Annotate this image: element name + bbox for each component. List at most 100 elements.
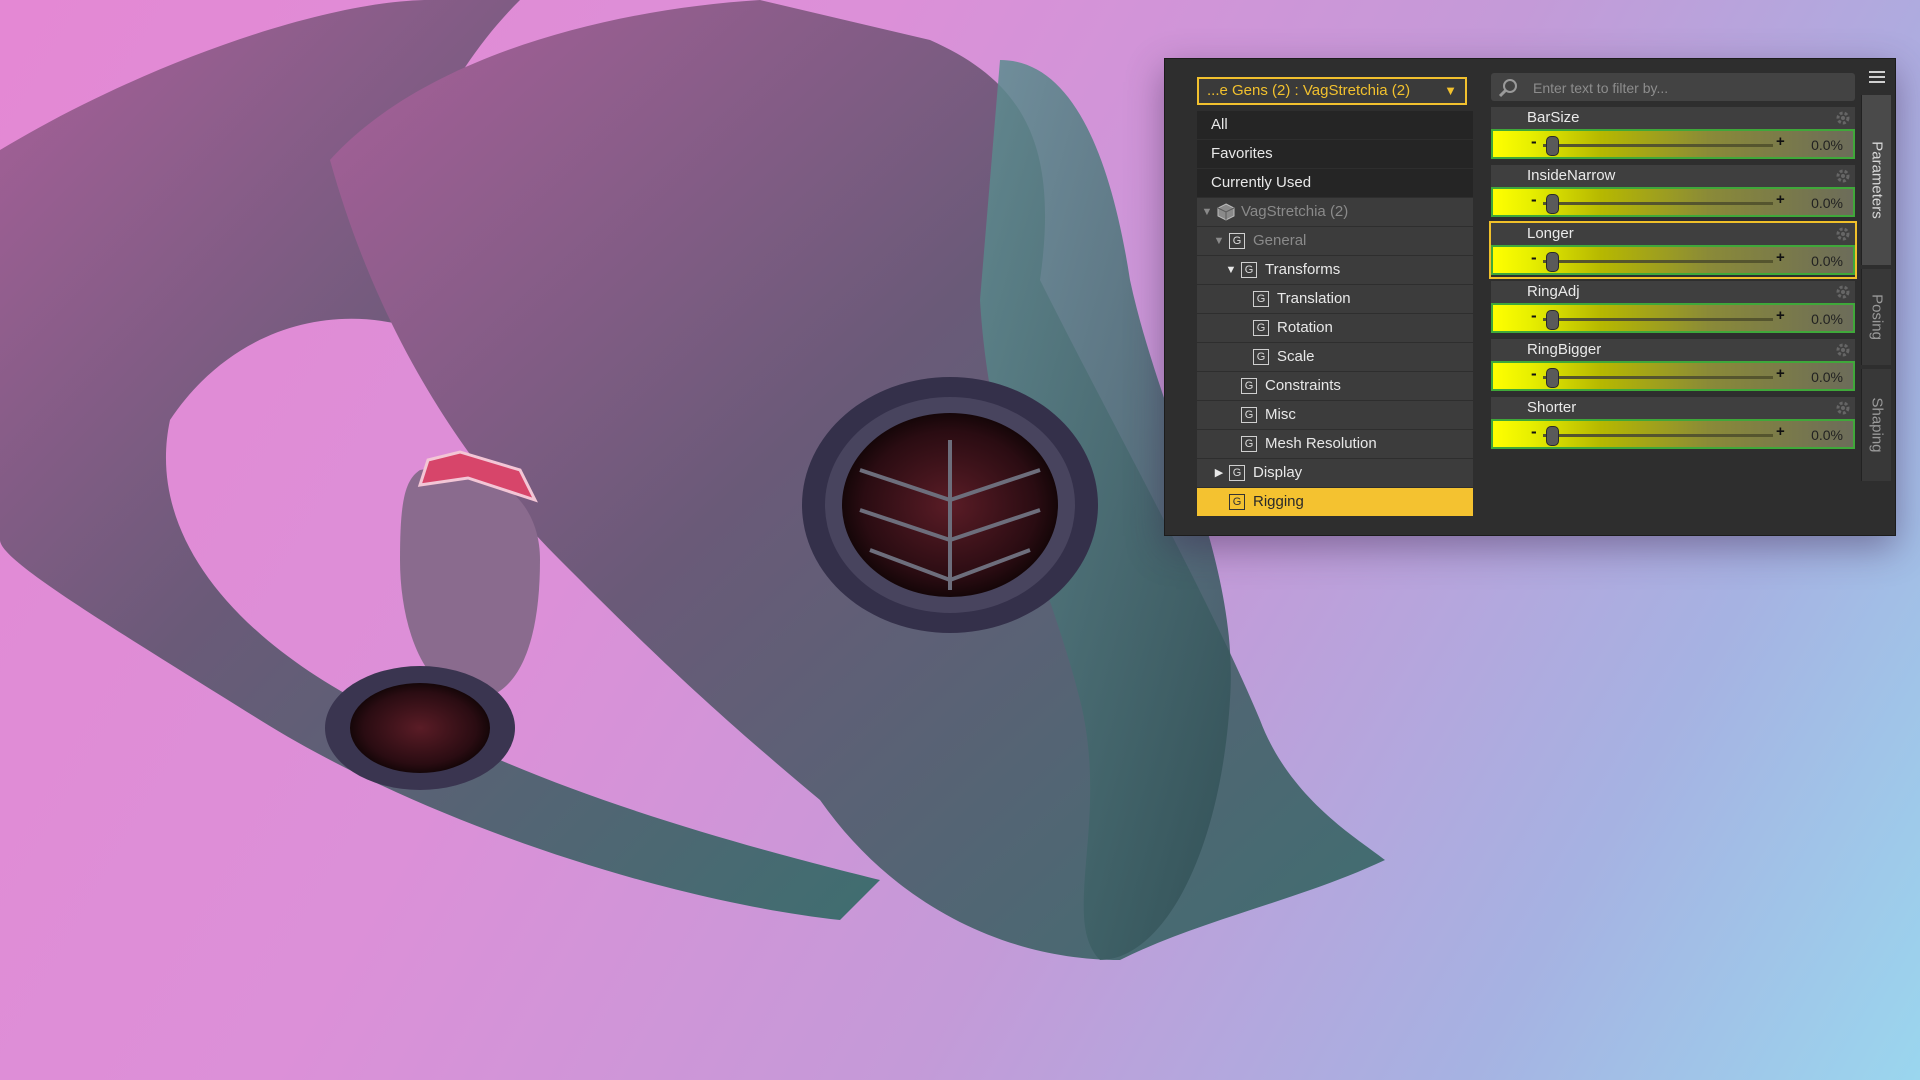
slider-track[interactable] bbox=[1543, 376, 1773, 379]
slider-track[interactable] bbox=[1543, 144, 1773, 147]
slider-thumb[interactable] bbox=[1546, 310, 1560, 330]
tree-item-label: Scale bbox=[1277, 348, 1315, 365]
group-icon: G bbox=[1241, 378, 1257, 394]
param-slider[interactable]: - +0.0% bbox=[1491, 361, 1855, 391]
increment-button[interactable]: + bbox=[1776, 307, 1785, 324]
gear-icon[interactable] bbox=[1835, 400, 1851, 416]
param-name-label: RingBigger bbox=[1491, 339, 1855, 361]
decrement-button[interactable]: - bbox=[1531, 422, 1537, 442]
tree-item-label: Favorites bbox=[1211, 145, 1273, 162]
param-slider[interactable]: - +0.0% bbox=[1491, 129, 1855, 159]
param-value[interactable]: 0.0% bbox=[1811, 311, 1843, 327]
slider-thumb[interactable] bbox=[1546, 252, 1560, 272]
search-icon[interactable] bbox=[1497, 77, 1521, 99]
tree-item-label: Transforms bbox=[1265, 261, 1341, 278]
slider-track[interactable] bbox=[1543, 318, 1773, 321]
increment-button[interactable]: + bbox=[1776, 249, 1785, 266]
param-name-label: BarSize bbox=[1491, 107, 1855, 129]
property-group-tree: All Favorites Currently Used ▼ VagStretchia … bbox=[1197, 111, 1473, 517]
param-value[interactable]: 0.0% bbox=[1811, 369, 1843, 385]
cube-icon bbox=[1217, 203, 1235, 221]
param-value[interactable]: 0.0% bbox=[1811, 195, 1843, 211]
param-value[interactable]: 0.0% bbox=[1811, 253, 1843, 269]
filter-input[interactable] bbox=[1531, 77, 1845, 99]
increment-button[interactable]: + bbox=[1776, 133, 1785, 150]
content-selector-pane: ...e Gens (2) : VagStretchia (2) ▼ All Fa… bbox=[1173, 65, 1479, 527]
increment-button[interactable]: + bbox=[1776, 423, 1785, 440]
gear-icon[interactable] bbox=[1835, 284, 1851, 300]
slider-track[interactable] bbox=[1543, 260, 1773, 263]
dropdown-arrow-icon: ▼ bbox=[1444, 83, 1457, 98]
tree-item-label: Rigging bbox=[1253, 493, 1304, 510]
tree-item-translation[interactable]: G Translation bbox=[1197, 285, 1473, 313]
tree-item-vagstretchia-2[interactable]: ▼ VagStretchia (2) bbox=[1197, 198, 1473, 226]
expand-right-icon[interactable]: ▶ bbox=[1213, 459, 1225, 487]
decrement-button[interactable]: - bbox=[1531, 248, 1537, 268]
parameters-panel: ...e Gens (2) : VagStretchia (2) ▼ All Fa… bbox=[1164, 58, 1896, 536]
tree-item-label: General bbox=[1253, 232, 1307, 249]
tree-item-currently-used[interactable]: Currently Used bbox=[1197, 169, 1473, 197]
param-value[interactable]: 0.0% bbox=[1811, 137, 1843, 153]
parameter-list-pane: BarSize - +0.0% InsideNarrow - +0.0% Longer - +0… bbox=[1483, 65, 1861, 527]
gear-icon[interactable] bbox=[1835, 110, 1851, 126]
tree-item-all[interactable]: All bbox=[1197, 111, 1473, 139]
tab-label: Shaping bbox=[1868, 397, 1885, 453]
filter-bar bbox=[1491, 73, 1855, 101]
tree-item-label: Constraints bbox=[1265, 377, 1341, 394]
tree-item-mesh-resolution[interactable]: G Mesh Resolution bbox=[1197, 430, 1473, 458]
expand-down-icon[interactable]: ▼ bbox=[1225, 256, 1237, 284]
tree-item-constraints[interactable]: G Constraints bbox=[1197, 372, 1473, 400]
decrement-button[interactable]: - bbox=[1531, 132, 1537, 152]
param-shorter: Shorter - +0.0% bbox=[1491, 397, 1855, 451]
increment-button[interactable]: + bbox=[1776, 365, 1785, 382]
tree-item-favorites[interactable]: Favorites bbox=[1197, 140, 1473, 168]
tree-item-rigging[interactable]: G Rigging bbox=[1197, 488, 1473, 516]
tree-item-transforms[interactable]: ▼ G Transforms bbox=[1197, 256, 1473, 284]
param-name-label: Longer bbox=[1491, 223, 1855, 245]
tree-item-label: Misc bbox=[1265, 406, 1296, 423]
param-name-label: Shorter bbox=[1491, 397, 1855, 419]
increment-button[interactable]: + bbox=[1776, 191, 1785, 208]
param-slider[interactable]: - +0.0% bbox=[1491, 187, 1855, 217]
slider-track[interactable] bbox=[1543, 434, 1773, 437]
gear-icon[interactable] bbox=[1835, 226, 1851, 242]
slider-thumb[interactable] bbox=[1546, 426, 1560, 446]
tree-item-scale[interactable]: G Scale bbox=[1197, 343, 1473, 371]
slider-thumb[interactable] bbox=[1546, 194, 1560, 214]
tree-item-label: Currently Used bbox=[1211, 174, 1312, 191]
tree-item-rotation[interactable]: G Rotation bbox=[1197, 314, 1473, 342]
tree-item-display[interactable]: ▶ G Display bbox=[1197, 459, 1473, 487]
decrement-button[interactable]: - bbox=[1531, 190, 1537, 210]
gear-icon[interactable] bbox=[1835, 342, 1851, 358]
tree-item-label: VagStretchia (2) bbox=[1241, 203, 1349, 220]
slider-thumb[interactable] bbox=[1546, 136, 1560, 156]
tree-item-label: Translation bbox=[1277, 290, 1351, 307]
param-longer: Longer - +0.0% bbox=[1489, 221, 1857, 279]
tab-parameters[interactable]: Parameters bbox=[1861, 95, 1891, 265]
param-slider[interactable]: - +0.0% bbox=[1491, 419, 1855, 449]
param-name-label: InsideNarrow bbox=[1491, 165, 1855, 187]
expand-down-icon[interactable]: ▼ bbox=[1201, 198, 1213, 226]
tree-item-misc[interactable]: G Misc bbox=[1197, 401, 1473, 429]
decrement-button[interactable]: - bbox=[1531, 364, 1537, 384]
param-ringadj: RingAdj - +0.0% bbox=[1491, 281, 1855, 335]
tab-shaping[interactable]: Shaping bbox=[1861, 369, 1891, 481]
tree-item-general[interactable]: ▼ G General bbox=[1197, 227, 1473, 255]
node-selector-dropdown[interactable]: ...e Gens (2) : VagStretchia (2) ▼ bbox=[1197, 77, 1467, 105]
param-value[interactable]: 0.0% bbox=[1811, 427, 1843, 443]
group-icon: G bbox=[1253, 320, 1269, 336]
gear-icon[interactable] bbox=[1835, 168, 1851, 184]
param-slider[interactable]: - +0.0% bbox=[1491, 245, 1855, 275]
panel-menu-icon[interactable] bbox=[1867, 69, 1887, 85]
slider-thumb[interactable] bbox=[1546, 368, 1560, 388]
group-icon: G bbox=[1241, 436, 1257, 452]
param-ringbigger: RingBigger - +0.0% bbox=[1491, 339, 1855, 393]
tab-posing[interactable]: Posing bbox=[1861, 269, 1891, 365]
tab-label: Posing bbox=[1868, 294, 1885, 340]
expand-down-icon[interactable]: ▼ bbox=[1213, 227, 1225, 255]
group-icon: G bbox=[1229, 233, 1245, 249]
group-icon: G bbox=[1229, 494, 1245, 510]
param-slider[interactable]: - +0.0% bbox=[1491, 303, 1855, 333]
decrement-button[interactable]: - bbox=[1531, 306, 1537, 326]
slider-track[interactable] bbox=[1543, 202, 1773, 205]
